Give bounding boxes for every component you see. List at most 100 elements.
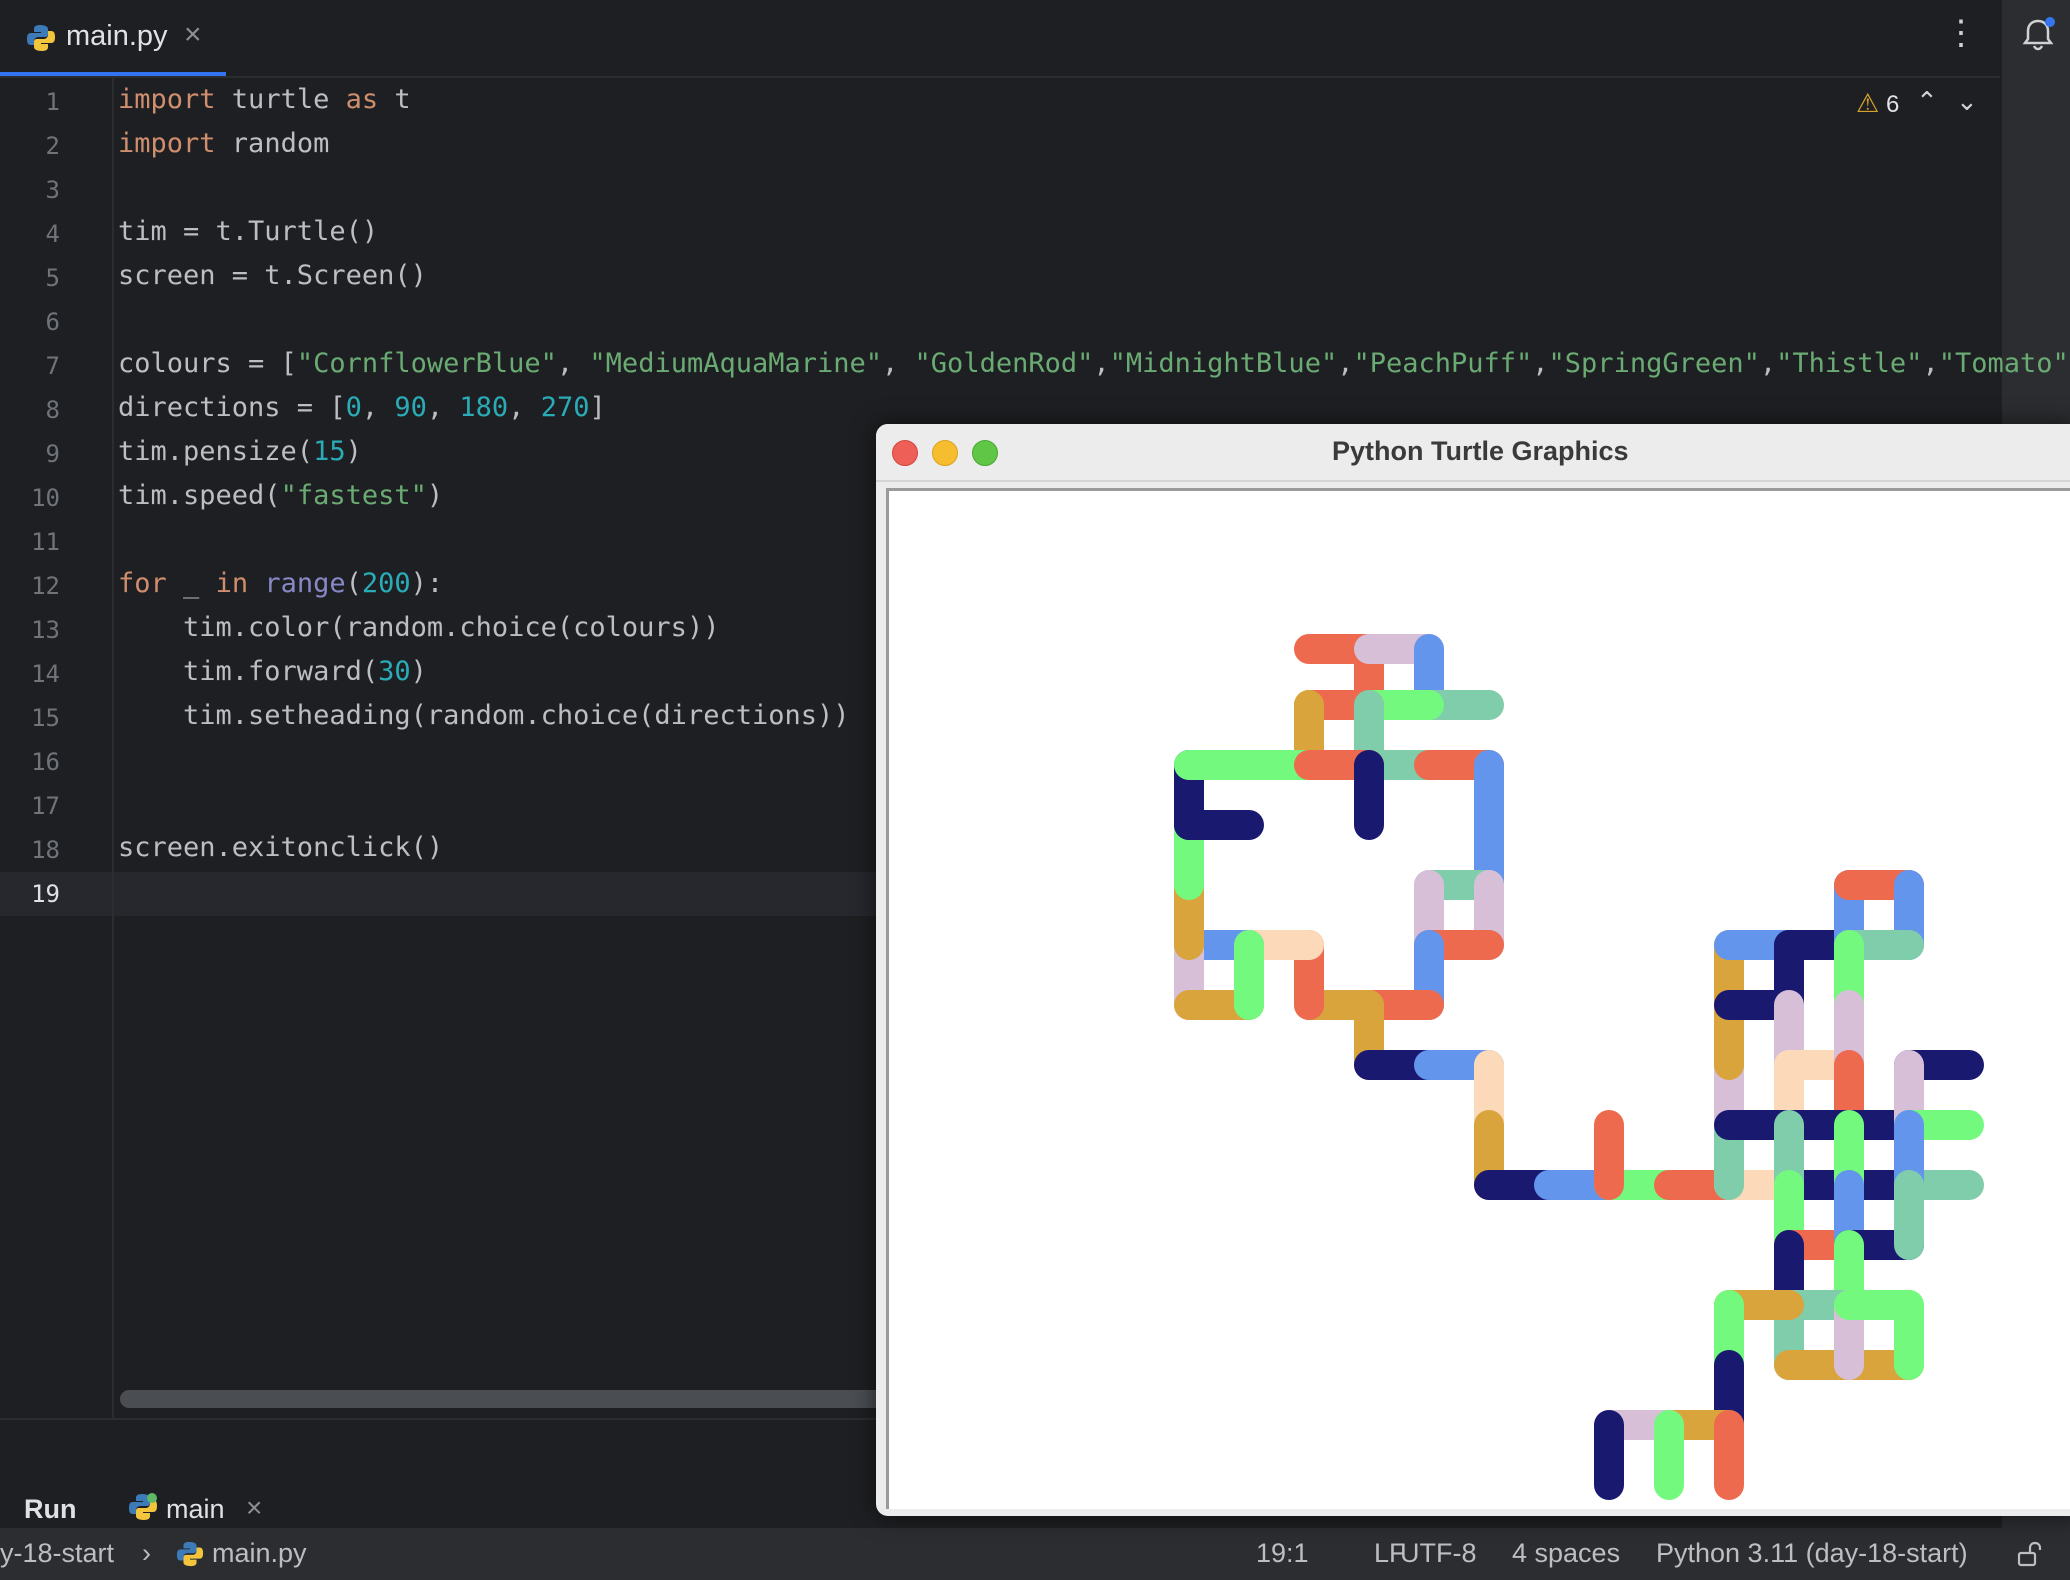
code-text: , (361, 392, 395, 423)
line-number: 18 (31, 836, 60, 864)
code-line-10[interactable]: tim.speed("fastest") (118, 480, 443, 511)
breadcrumb-project[interactable]: y-18-start (0, 1538, 114, 1569)
python-file-icon (27, 25, 55, 51)
line-number: 2 (45, 132, 60, 160)
horizontal-scrollbar[interactable] (120, 1390, 900, 1408)
unlock-icon[interactable] (2016, 1540, 2044, 1568)
current-line-number: 19 (31, 880, 60, 908)
caret-position[interactable]: 19:1 (1256, 1538, 1309, 1569)
python-run-config-icon (129, 1493, 157, 1520)
code-text: , (508, 392, 541, 423)
indent-setting[interactable]: 4 spaces (1512, 1538, 1620, 1569)
line-number: 16 (31, 748, 60, 776)
string-literal: "Thistle" (1776, 348, 1923, 379)
string-literal: "MediumAquaMarine" (589, 348, 883, 379)
tab-main-py[interactable]: main.py × (0, 0, 226, 76)
line-number: 6 (45, 308, 60, 336)
line-number: 17 (31, 792, 60, 820)
line-number: 13 (31, 616, 60, 644)
number-literal: 15 (313, 436, 346, 467)
line-number: 15 (31, 704, 60, 732)
status-bar: y-18-start › main.py 19:1 LF UTF-8 4 spa… (0, 1528, 2070, 1580)
code-text: ) (345, 436, 362, 467)
keyword: in (215, 568, 249, 599)
code-text: , (1337, 348, 1354, 379)
turtle-graphics-window[interactable]: Python Turtle Graphics (876, 424, 2070, 1516)
string-literal: "fastest" (280, 480, 427, 511)
string-literal: "Tomato" (1938, 348, 2069, 379)
code-text: turtle (215, 84, 346, 115)
code-text: t (378, 84, 411, 115)
number-literal: 200 (361, 568, 411, 599)
run-tab-close-icon[interactable]: × (246, 1492, 262, 1524)
code-text: random (215, 128, 330, 159)
number-literal: 270 (540, 392, 590, 423)
editor-tab-bar: main.py × ⋮ (0, 0, 2000, 78)
window-close-button[interactable] (892, 440, 918, 466)
code-text: , (1759, 348, 1777, 379)
tab-label: main.py (66, 20, 168, 52)
number-literal: 90 (394, 392, 427, 423)
code-line-9[interactable]: tim.pensize(15) (118, 436, 362, 467)
code-text: , (1922, 348, 1939, 379)
code-line-18[interactable]: screen.exitonclick() (118, 832, 443, 863)
line-number: 10 (31, 484, 60, 512)
number-literal: 180 (459, 392, 509, 423)
string-literal: "GoldenRod" (914, 348, 1094, 379)
code-line-14[interactable]: tim.forward(30) (118, 656, 427, 687)
notifications-bell-icon[interactable] (2020, 16, 2056, 52)
python-file-icon (176, 1541, 204, 1567)
inspections-widget[interactable]: ⚠ 6 (1856, 88, 1899, 119)
line-number: 11 (31, 528, 60, 556)
code-text: , (556, 348, 590, 379)
string-literal: "MidnightBlue" (1109, 348, 1338, 379)
line-number: 14 (31, 660, 60, 688)
line-number-gutter: 1 2 3 4 5 6 7 8 9 10 11 12 13 14 15 16 1… (0, 78, 114, 1418)
keyword: import (118, 84, 216, 115)
line-number: 5 (45, 264, 60, 292)
line-number: 9 (45, 440, 60, 468)
code-text: _ (166, 568, 216, 599)
encoding[interactable]: UTF-8 (1400, 1538, 1477, 1569)
code-line-2[interactable]: import random (118, 128, 329, 159)
code-line-8[interactable]: directions = [0, 90, 180, 270] (118, 392, 606, 423)
keyword: for (118, 568, 167, 599)
code-text: ): (410, 568, 444, 599)
code-line-13[interactable]: tim.color(random.choice(colours)) (118, 612, 719, 643)
warning-icon: ⚠ (1856, 88, 1880, 118)
line-number: 12 (31, 572, 60, 600)
breadcrumb-separator: › (142, 1538, 151, 1568)
keyword: as (345, 84, 379, 115)
line-number: 4 (45, 220, 60, 248)
code-line-7[interactable]: colours = ["CornflowerBlue", "MediumAqua… (118, 348, 2070, 379)
number-literal: 0 (345, 392, 362, 423)
window-maximize-button[interactable] (972, 440, 998, 466)
python-interpreter[interactable]: Python 3.11 (day-18-start) (1656, 1538, 1968, 1569)
tab-close-icon[interactable]: × (184, 18, 202, 52)
previous-highlighted-error-icon[interactable]: ⌃ (1916, 86, 1938, 117)
code-line-5[interactable]: screen = t.Screen() (118, 260, 427, 291)
window-title-bar[interactable]: Python Turtle Graphics (876, 424, 2070, 482)
code-line-4[interactable]: tim = t.Turtle() (118, 216, 378, 247)
code-text: tim.speed( (118, 480, 281, 511)
warning-count: 6 (1885, 91, 1900, 118)
number-literal: 30 (378, 656, 411, 687)
builtin: range (264, 568, 346, 599)
more-options-icon[interactable]: ⋮ (1944, 16, 1978, 50)
line-number: 7 (45, 352, 60, 380)
code-line-1[interactable]: import turtle as t (118, 84, 411, 115)
window-title: Python Turtle Graphics (1332, 436, 1629, 466)
string-literal: "SpringGreen" (1548, 348, 1760, 379)
next-highlighted-error-icon[interactable]: ⌄ (1956, 86, 1978, 117)
string-literal: "CornflowerBlue" (296, 348, 557, 379)
turtle-drawing (1174, 634, 1984, 1500)
run-tool-window-title[interactable]: Run (24, 1494, 76, 1525)
breadcrumb-file[interactable]: main.py (212, 1538, 307, 1569)
window-minimize-button[interactable] (932, 440, 958, 466)
code-line-12[interactable]: for _ in range(200): (118, 568, 443, 599)
turtle-canvas[interactable] (886, 488, 2070, 1509)
code-text: colours = [ (118, 348, 297, 379)
code-line-15[interactable]: tim.setheading(random.choice(directions)… (118, 700, 849, 731)
code-text: , (426, 392, 460, 423)
